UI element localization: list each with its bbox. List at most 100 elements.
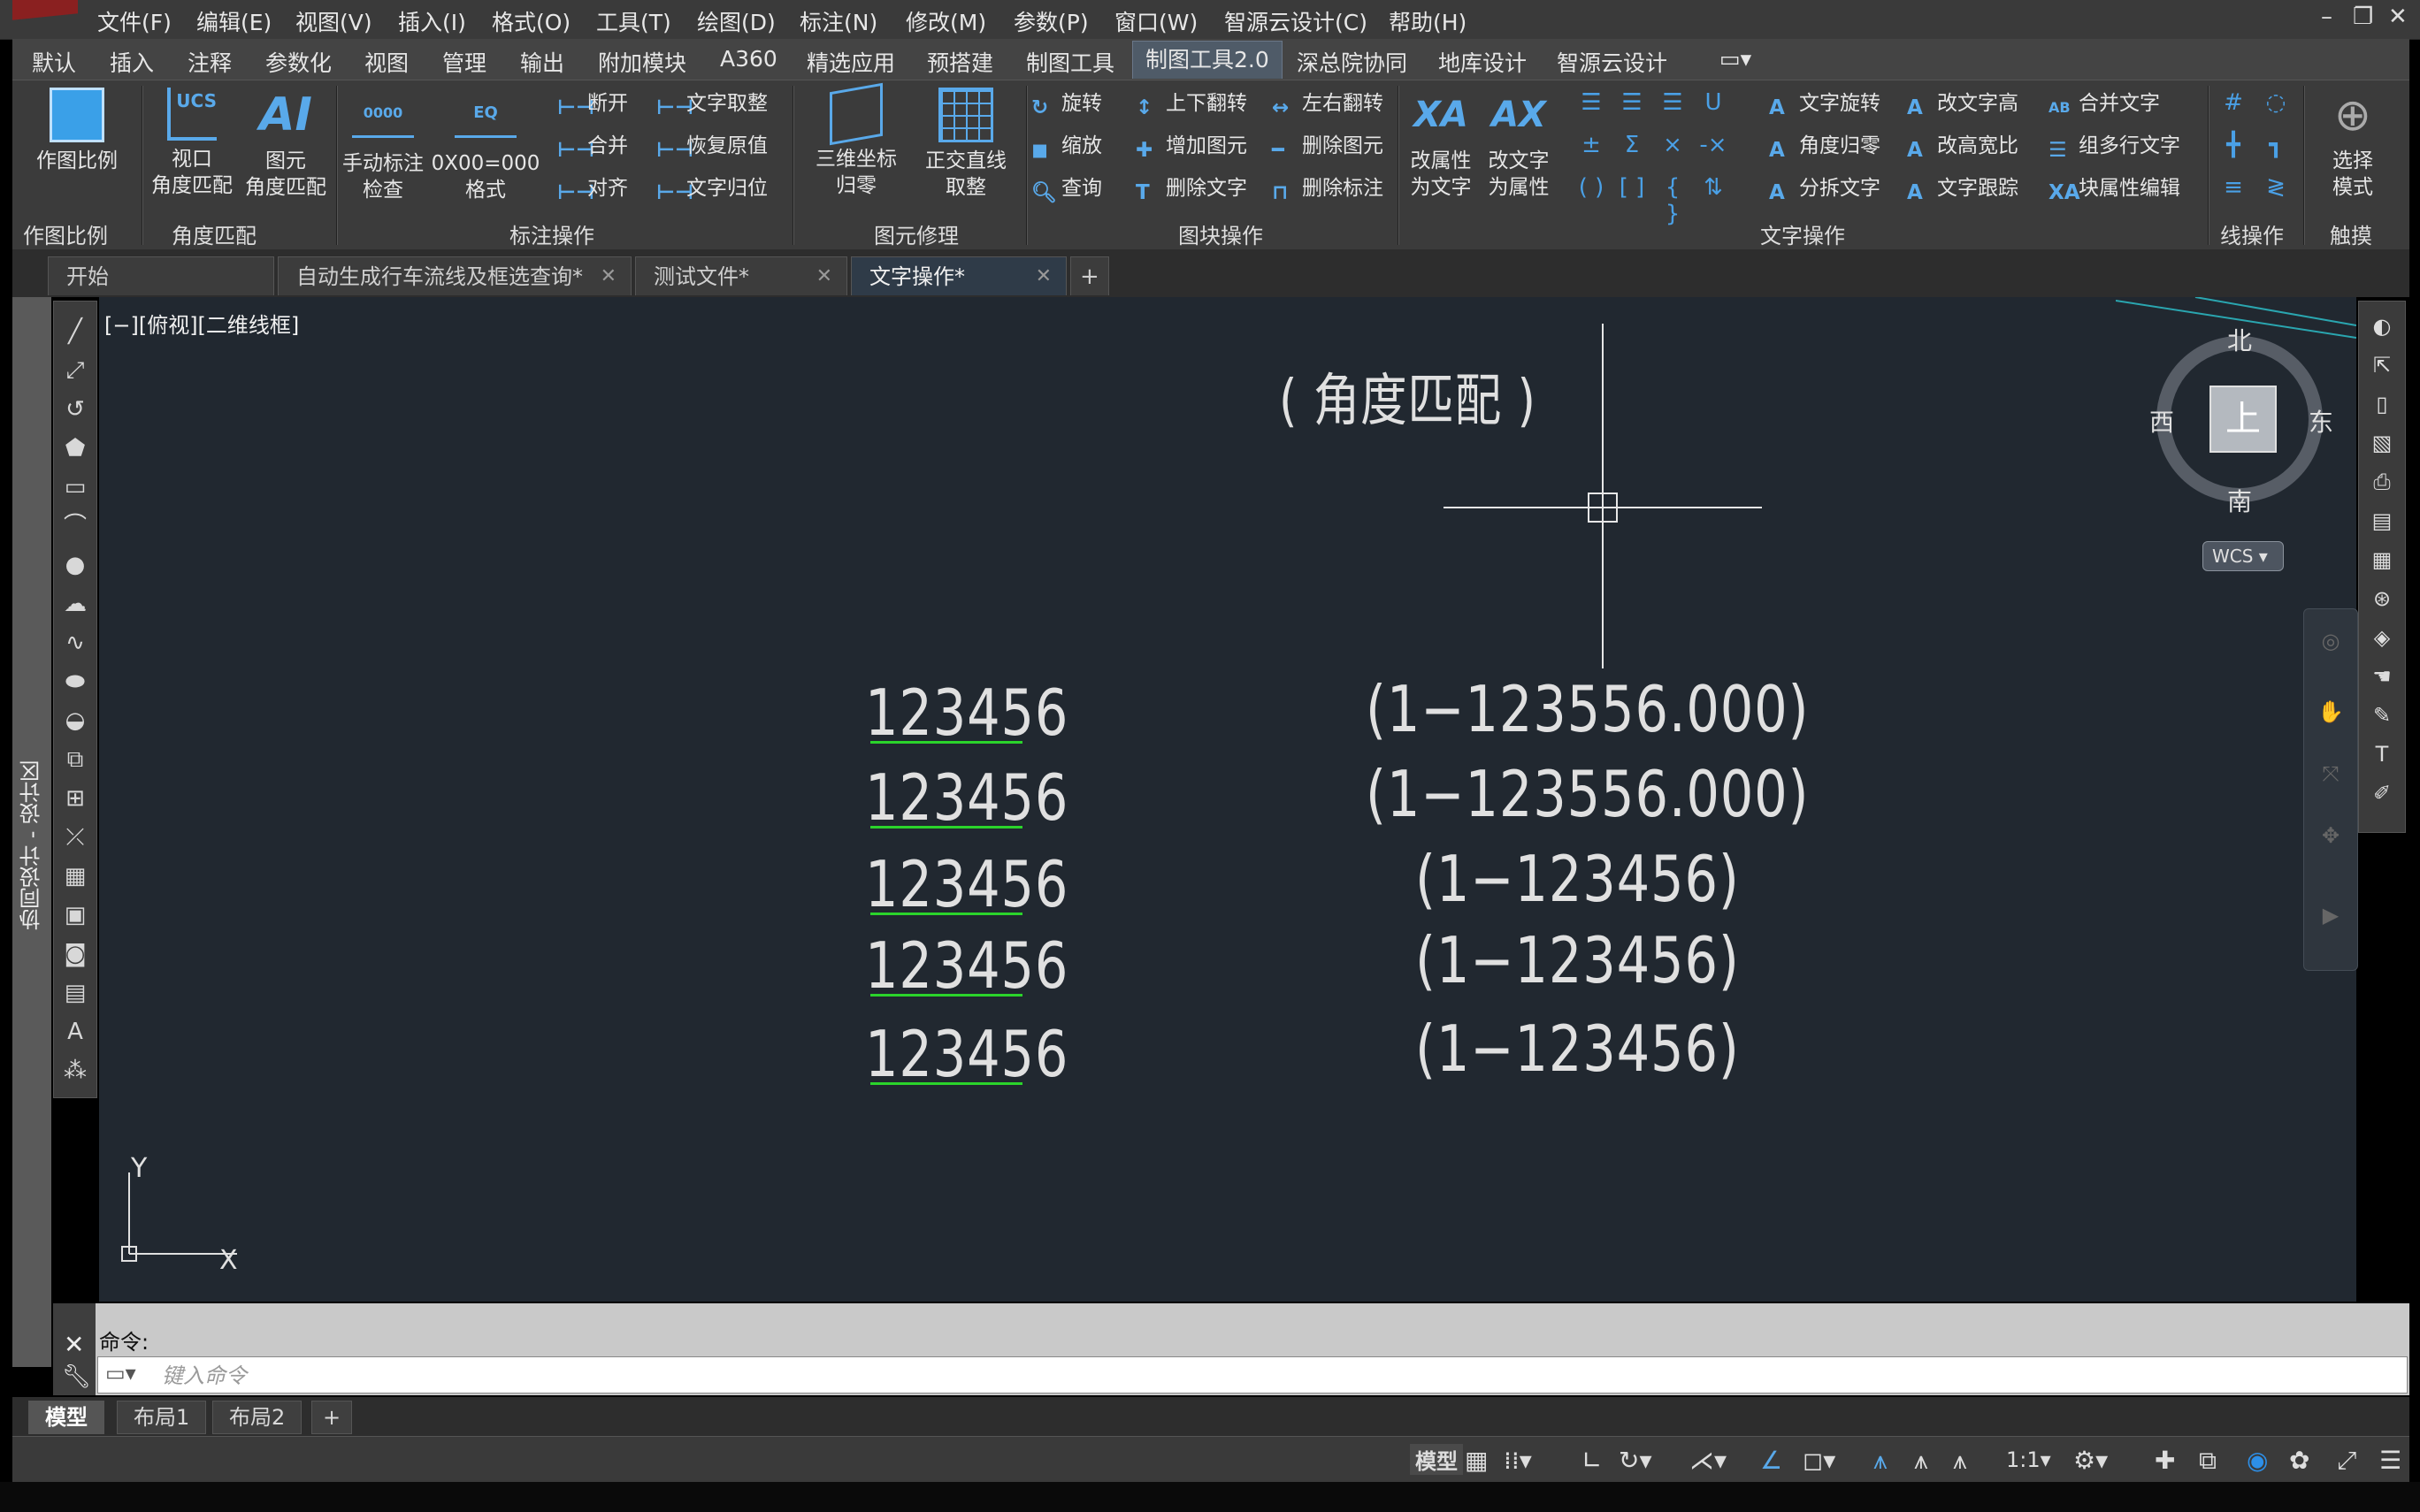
tab-featured[interactable]: 精选应用 xyxy=(807,46,895,78)
tab-default[interactable]: 默认 xyxy=(32,46,76,78)
rotate-button[interactable]: ↻ 旋转 xyxy=(1031,89,1102,119)
menu-edit[interactable]: 编辑(E) xyxy=(196,5,272,37)
menu-draw[interactable]: 绘图(D) xyxy=(697,5,776,37)
compass-east[interactable]: 东 xyxy=(2309,403,2333,439)
auto-scale-icon[interactable]: ⩚ xyxy=(1914,1446,1928,1476)
ortho-mode-icon[interactable]: ∟ xyxy=(1581,1446,1602,1475)
tab-shenzongyuan[interactable]: 深总院协同 xyxy=(1297,46,1407,78)
wcs-menu[interactable]: WCS ▾ xyxy=(2202,541,2284,571)
merge-button[interactable]: ⊢⊣合并 xyxy=(557,132,628,162)
design-center-icon[interactable]: ▧ xyxy=(2368,429,2396,457)
table-icon[interactable]: ▤ xyxy=(61,979,89,1007)
line-zigzag-icon[interactable]: ≷ xyxy=(2261,174,2291,201)
polar-tracking-icon[interactable]: ↻▾ xyxy=(1619,1446,1652,1475)
properties-icon[interactable]: ◐ xyxy=(2368,312,2396,340)
layout-tab-1[interactable]: 布局1 xyxy=(117,1401,207,1434)
tab-output[interactable]: 输出 xyxy=(520,46,564,78)
circle-icon[interactable]: ● xyxy=(61,551,89,579)
annotation-visibility-icon[interactable]: ⩚ xyxy=(1873,1446,1888,1476)
angle-zero-button[interactable]: A 角度归零 xyxy=(1769,132,1880,162)
doc-tab-text-ops[interactable]: 文字操作* ✕ xyxy=(851,256,1067,295)
scale-button[interactable]: 作图比例 xyxy=(19,88,134,174)
multiply-icon[interactable]: × xyxy=(1658,132,1688,158)
text-home-button[interactable]: ⊢⊣文字归位 xyxy=(656,174,768,204)
align-left-icon[interactable]: ☰ xyxy=(1576,89,1606,116)
menu-file[interactable]: 文件(F) xyxy=(97,5,172,37)
snap-mode-icon[interactable]: ⁞⁞▾ xyxy=(1504,1446,1532,1475)
block-attr-edit-button[interactable]: XA块属性编辑 xyxy=(2049,174,2180,204)
delete-dim-button[interactable]: ⊓ 删除标注 xyxy=(1272,174,1383,204)
text-to-attr-button[interactable]: AX 改文字 为属性 xyxy=(1479,88,1558,201)
tab-view[interactable]: 视图 xyxy=(364,46,409,78)
menu-window[interactable]: 窗口(W) xyxy=(1114,5,1198,37)
customization-menu-icon[interactable]: ☰ xyxy=(2379,1446,2401,1475)
menu-parameter[interactable]: 参数(P) xyxy=(1014,5,1089,37)
polyline-icon[interactable]: ↺ xyxy=(61,395,89,424)
sheet-set-icon[interactable]: ▯ xyxy=(2368,390,2396,418)
command-line-handle[interactable]: ✕ 🔧︎ xyxy=(53,1303,96,1395)
select-mode-button[interactable]: ⊕ 选择 模式 xyxy=(2309,88,2397,201)
compass-north[interactable]: 北 xyxy=(2227,322,2252,357)
add-layout-button[interactable]: + xyxy=(311,1401,353,1434)
workspace-gear-icon[interactable]: ⚙▾ xyxy=(2073,1446,2108,1475)
showmotion-icon[interactable]: ▶ xyxy=(2317,901,2345,929)
layers-icon[interactable]: ◈ xyxy=(2368,623,2396,652)
model-space-button[interactable]: 模型 xyxy=(1410,1444,1463,1475)
calculator-icon[interactable]: ▦ xyxy=(2368,546,2396,574)
align-right-icon[interactable]: ☰ xyxy=(1658,89,1688,116)
print-icon[interactable]: ⎙ xyxy=(2368,468,2396,496)
plus-minus-icon[interactable]: ± xyxy=(1576,132,1606,158)
viewcube-top-face[interactable]: 上 xyxy=(2209,386,2277,453)
arc-icon[interactable]: ⌒ xyxy=(61,512,89,540)
flip-horizontal-button[interactable]: ↔ 左右翻转 xyxy=(1272,89,1383,119)
new-tab-button[interactable]: + xyxy=(1070,256,1109,295)
menu-dimension[interactable]: 标注(N) xyxy=(800,5,877,37)
close-tab-icon[interactable]: ✕ xyxy=(816,257,832,296)
align-center-icon[interactable]: ☰ xyxy=(1617,89,1647,116)
line-tool-icon[interactable]: ╱ xyxy=(61,317,89,346)
zoom-extents-icon[interactable]: ⤧ xyxy=(2317,760,2345,788)
command-prompt-icon[interactable]: ▭▾ xyxy=(105,1361,136,1386)
sum-icon[interactable]: Σ xyxy=(1617,132,1647,158)
tab-annotate[interactable]: 注释 xyxy=(188,46,232,78)
ellipse-icon[interactable]: ⬬ xyxy=(61,668,89,696)
hatch-icon[interactable]: ▦ xyxy=(61,862,89,890)
text-rotate-button[interactable]: A 文字旋转 xyxy=(1769,89,1880,119)
point-icon[interactable]: ⤫ xyxy=(61,823,89,851)
orbit-icon[interactable]: ✥ xyxy=(2317,821,2345,850)
mtext-icon[interactable]: A xyxy=(61,1018,89,1046)
insert-block-icon[interactable]: ⧉ xyxy=(61,745,89,774)
width-ratio-button[interactable]: A 改高宽比 xyxy=(1907,132,2018,162)
steering-wheel-icon[interactable]: ◎ xyxy=(2317,627,2345,655)
isolate-objects-icon[interactable]: ◉ xyxy=(2247,1446,2268,1475)
menu-zhiyuan[interactable]: 智源云设计(C) xyxy=(1224,5,1367,37)
menu-view[interactable]: 视图(V) xyxy=(295,5,372,37)
negate-icon[interactable]: -× xyxy=(1698,132,1728,158)
parentheses-icon[interactable]: ( ) xyxy=(1576,174,1606,201)
sort-icon[interactable]: ⇅ xyxy=(1698,174,1728,201)
layout-tab-2[interactable]: 布局2 xyxy=(212,1401,302,1434)
scale-block-button[interactable]: ◼ 缩放 xyxy=(1031,132,1102,162)
delete-element-button[interactable]: ━ 删除图元 xyxy=(1272,132,1383,162)
query-button[interactable]: 🔍︎ 查询 xyxy=(1031,174,1102,204)
close-icon[interactable]: ✕ xyxy=(2388,4,2408,30)
construction-line-icon[interactable]: ⤢ xyxy=(61,356,89,385)
restore-icon[interactable]: ❐ xyxy=(2353,4,2373,30)
attr-to-text-button[interactable]: XA 改属性 为文字 xyxy=(1401,88,1481,201)
region-icon[interactable]: ◙ xyxy=(61,940,89,968)
match-props-icon[interactable]: ✎ xyxy=(2368,701,2396,729)
rectangle-icon[interactable]: ▭ xyxy=(61,473,89,501)
revcloud-icon[interactable]: ☁ xyxy=(61,590,89,618)
menu-format[interactable]: 格式(O) xyxy=(492,5,571,37)
add-selected-icon[interactable]: ⁂ xyxy=(61,1057,89,1085)
hand-pan-icon[interactable]: ☚ xyxy=(2368,662,2396,691)
close-command-icon[interactable]: ✕ xyxy=(64,1330,84,1359)
hardware-acceleration-icon[interactable]: ✿ xyxy=(2289,1446,2309,1475)
wrench-icon[interactable]: 🔧︎ xyxy=(62,1363,91,1390)
tab-insert[interactable]: 插入 xyxy=(110,46,154,78)
compass-south[interactable]: 南 xyxy=(2227,483,2252,518)
brackets-icon[interactable]: [ ] xyxy=(1617,174,1647,201)
tab-prebuild[interactable]: 预搭建 xyxy=(927,46,993,78)
app-logo-icon[interactable] xyxy=(12,0,78,20)
tab-addins[interactable]: 附加模块 xyxy=(598,46,686,78)
